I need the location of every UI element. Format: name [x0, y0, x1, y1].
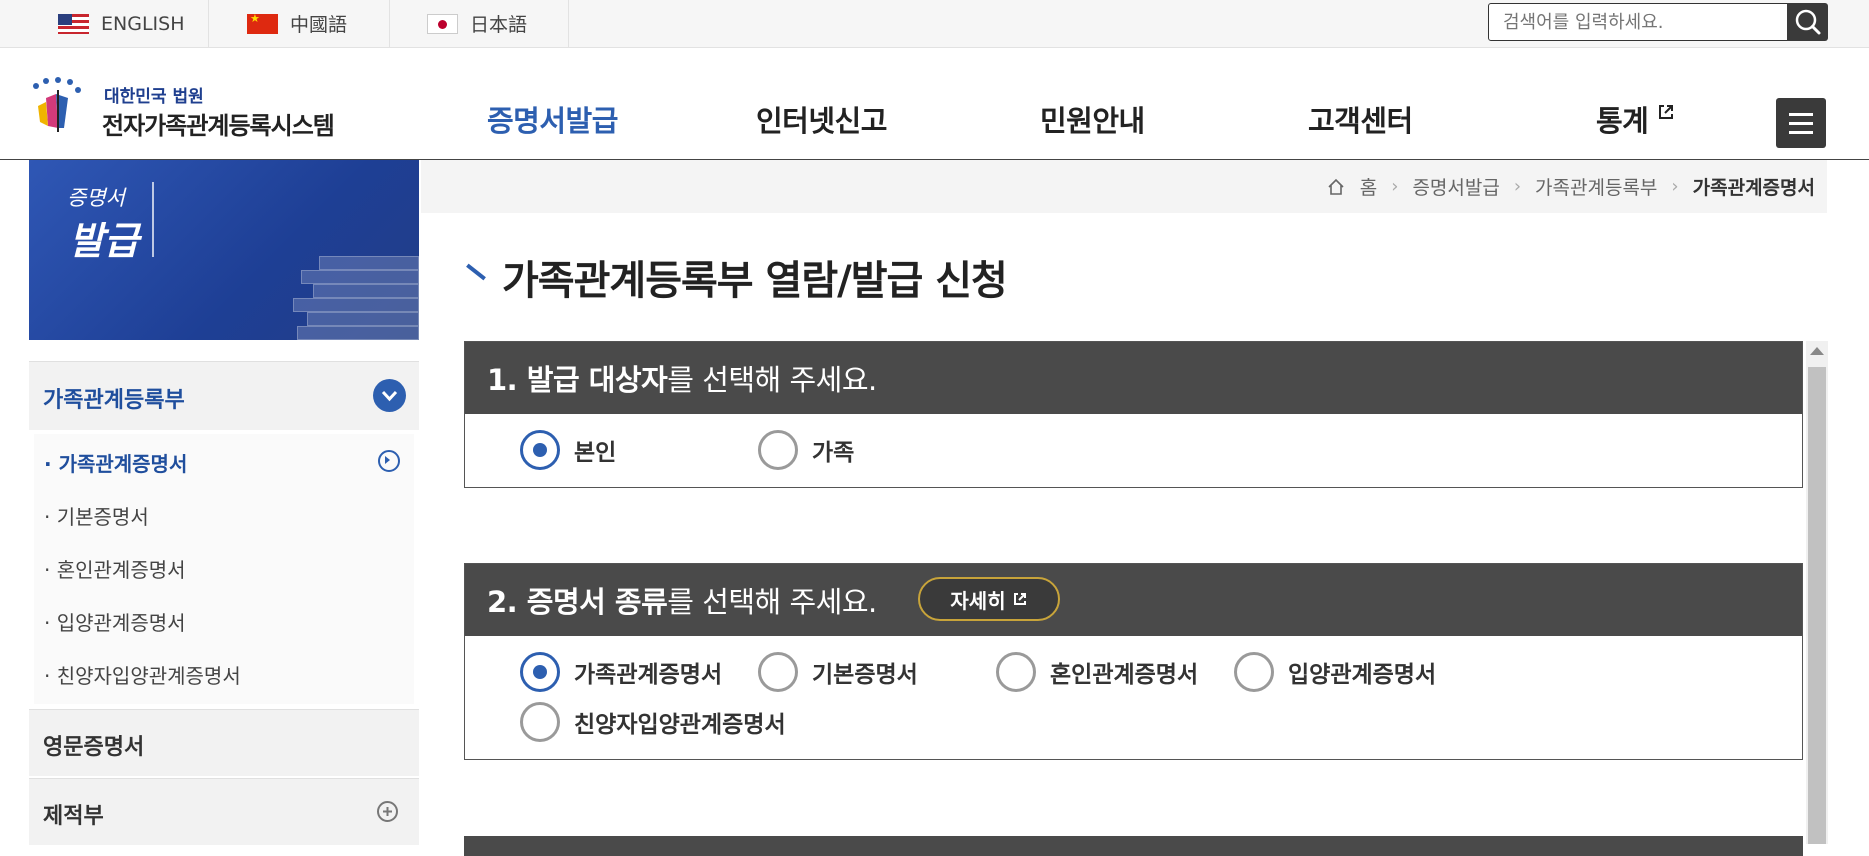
site-logo[interactable]: 대한민국 법원 전자가족관계등록시스템	[28, 76, 348, 140]
step1-title-rest: 를 선택해 주세요.	[667, 363, 877, 397]
scrollbar-thumb[interactable]	[1808, 367, 1826, 844]
lang-chinese-link[interactable]: 中國語	[209, 0, 390, 47]
gnb-civil-guide[interactable]: 민원안내	[1040, 98, 1145, 140]
step2-title-bold: 2. 증명서 종류	[487, 585, 668, 619]
site-header: 대한민국 법원 전자가족관계등록시스템 증명서발급 인터넷신고 민원안내 고객센…	[0, 48, 1869, 160]
radio-label: 가족	[812, 440, 855, 466]
step2-title-rest: 를 선택해 주세요.	[667, 585, 877, 619]
radio-self[interactable]: 본인	[520, 430, 616, 470]
radio-unselected-icon	[758, 652, 798, 692]
breadcrumb-item[interactable]: 가족관계등록부	[1535, 173, 1657, 200]
sidebar-section-label: 제적부	[43, 804, 104, 829]
search-input[interactable]	[1488, 3, 1788, 41]
scroll-up-arrow-icon[interactable]	[1810, 347, 1824, 355]
step1-header: 1. 발급 대상자 를 선택해 주세요.	[465, 342, 1802, 414]
sidebar-subitem-full-adoption[interactable]: · 친양자입양관계증명서	[44, 660, 241, 689]
jp-flag-icon	[427, 13, 458, 34]
radio-unselected-icon	[996, 652, 1036, 692]
logo-line1: 대한민국 법원	[104, 87, 204, 107]
radio-selected-icon	[520, 652, 560, 692]
hamburger-icon	[1789, 113, 1813, 116]
radio-label: 기본증명서	[812, 662, 918, 688]
step2-panel: 2. 증명서 종류 를 선택해 주세요. 가족관계증명서 기본증명서 혼인관계증명…	[464, 563, 1803, 760]
radio-label: 가족관계증명서	[574, 662, 723, 688]
radio-unselected-icon	[520, 702, 560, 742]
logo-line2: 전자가족관계등록시스템	[102, 112, 335, 140]
books-illustration	[289, 220, 419, 340]
detail-label: 자세히	[950, 588, 1006, 613]
radio-cert-full-adoption[interactable]: 친양자입양관계증명서	[520, 702, 786, 742]
gnb-internet-report[interactable]: 인터넷신고	[756, 98, 887, 140]
lang-label: 中國語	[290, 14, 348, 36]
radio-selected-icon	[520, 430, 560, 470]
radio-family[interactable]: 가족	[758, 430, 854, 470]
sidebar-section-label: 가족관계등록부	[43, 388, 185, 413]
step3-panel-header	[464, 836, 1803, 856]
radio-cert-basic[interactable]: 기본증명서	[758, 652, 918, 692]
external-link-icon	[1658, 105, 1673, 119]
plus-circle-icon[interactable]	[377, 801, 398, 822]
sidebar-subitem-marriage[interactable]: · 혼인관계증명서	[44, 554, 186, 583]
sidebar-banner: 증명서 발급	[29, 160, 419, 340]
page-title: 가족관계등록부 열람/발급 신청	[502, 258, 1008, 304]
lang-english-link[interactable]: ENGLISH	[0, 0, 209, 47]
play-circle-icon	[378, 450, 400, 472]
all-menu-button[interactable]	[1776, 98, 1826, 148]
step1-panel: 1. 발급 대상자 를 선택해 주세요. 본인 가족	[464, 341, 1803, 488]
gnb-customer-center[interactable]: 고객센터	[1308, 98, 1413, 140]
sidebar-subitem-adoption[interactable]: · 입양관계증명서	[44, 607, 186, 636]
search-button[interactable]	[1787, 3, 1828, 41]
sidebar-item-english-cert[interactable]: 영문증명서	[29, 709, 419, 776]
chevron-right-icon: ›	[1391, 176, 1399, 197]
external-link-icon	[1013, 593, 1026, 605]
chevron-down-icon[interactable]	[373, 379, 406, 412]
breadcrumb-current: 가족관계증명서	[1692, 177, 1815, 199]
us-flag-icon	[58, 13, 89, 34]
radio-label: 혼인관계증명서	[1050, 662, 1199, 688]
cn-flag-icon	[247, 12, 278, 34]
banner-title-line2: 발급	[69, 218, 139, 263]
court-emblem-icon	[33, 77, 81, 132]
radio-cert-family[interactable]: 가족관계증명서	[520, 652, 722, 692]
title-accent-mark	[466, 263, 486, 281]
step2-header: 2. 증명서 종류 를 선택해 주세요.	[465, 564, 1802, 636]
gnb-statistics[interactable]: 통계	[1596, 98, 1674, 140]
sidebar-subitem-basic[interactable]: · 기본증명서	[44, 501, 149, 530]
radio-label: 입양관계증명서	[1288, 662, 1437, 688]
radio-cert-marriage[interactable]: 혼인관계증명서	[996, 652, 1198, 692]
detail-button[interactable]: 자세히	[918, 577, 1060, 621]
search-icon	[1795, 9, 1821, 35]
breadcrumb-item[interactable]: 증명서발급	[1412, 173, 1499, 200]
top-utility-bar: ENGLISH 中國語 日本語	[0, 0, 1869, 48]
gnb-certificate-issue[interactable]: 증명서발급	[487, 98, 618, 140]
radio-cert-adoption[interactable]: 입양관계증명서	[1234, 652, 1436, 692]
sidebar-item-removed-register[interactable]: 제적부	[29, 778, 419, 845]
gnb-statistics-label: 통계	[1596, 104, 1649, 138]
radio-label: 본인	[574, 440, 617, 466]
content-scrollbar[interactable]	[1806, 341, 1828, 844]
lang-label: 日本語	[470, 14, 528, 36]
breadcrumb: 홈 › 증명서발급 › 가족관계등록부 › 가족관계증명서	[1326, 173, 1815, 200]
step1-title-bold: 1. 발급 대상자	[487, 363, 668, 397]
breadcrumb-home[interactable]: 홈	[1360, 173, 1377, 200]
breadcrumb-bar: 홈 › 증명서발급 › 가족관계등록부 › 가족관계증명서	[421, 160, 1827, 213]
sidebar-subitem-family-relation[interactable]: · 가족관계증명서	[44, 448, 187, 477]
lang-label: ENGLISH	[101, 12, 185, 35]
sidebar-section-label: 영문증명서	[43, 735, 145, 760]
lang-japanese-link[interactable]: 日本語	[390, 0, 569, 47]
home-icon[interactable]	[1326, 177, 1346, 197]
radio-unselected-icon	[1234, 652, 1274, 692]
search-box	[1488, 3, 1828, 41]
sidebar-item-family-register[interactable]: 가족관계등록부	[29, 361, 419, 430]
banner-title-line1: 증명서	[67, 186, 125, 210]
chevron-right-icon: ›	[1671, 176, 1679, 197]
radio-label: 친양자입양관계증명서	[574, 712, 786, 738]
chevron-right-icon: ›	[1513, 176, 1522, 197]
sidebar-submenu: · 가족관계증명서 · 기본증명서 · 혼인관계증명서 · 입양관계증명서 · …	[34, 434, 414, 704]
radio-unselected-icon	[758, 430, 798, 470]
